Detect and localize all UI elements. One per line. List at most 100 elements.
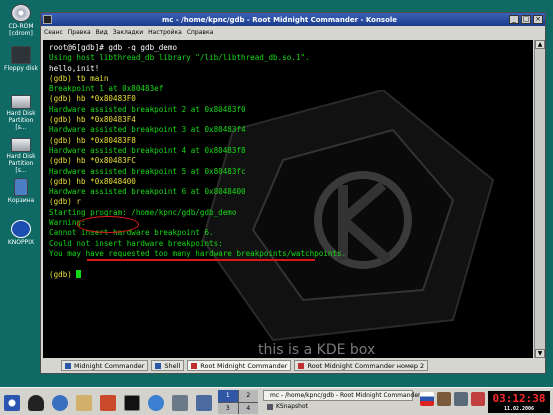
terminal-scrollbar[interactable]: ▲ ▼ bbox=[534, 40, 545, 358]
terminal-line-text: Breakpoint 1 at 0x80483ef bbox=[49, 84, 164, 94]
web-browser-icon[interactable] bbox=[148, 395, 164, 411]
terminal-line: (gdb) hb *0x80483FC bbox=[49, 156, 346, 166]
menu-bookmarks[interactable]: Закладки bbox=[113, 29, 143, 36]
menu-view[interactable]: Вид bbox=[96, 29, 108, 36]
tab-midnight-commander[interactable]: Midnight Commander bbox=[61, 360, 149, 371]
root-terminal-icon bbox=[298, 362, 305, 369]
terminal-line: (gdb) hb *0x80483F8 bbox=[49, 136, 346, 146]
task-entry-ksnapshot[interactable]: KSnapshot bbox=[263, 401, 413, 412]
tab-label: Shell bbox=[164, 361, 181, 370]
desktop-icon-label: CD-ROM [cdrom] bbox=[8, 23, 34, 37]
tab-label: Root Midnight Commander номер 2 bbox=[307, 361, 425, 370]
menu-settings[interactable]: Настройка bbox=[148, 29, 182, 36]
tux-icon[interactable] bbox=[28, 395, 44, 411]
konsole-app-icon[interactable] bbox=[43, 15, 52, 24]
terminal-line-text: Hardware assisted breakpoint 4 at 0x8048… bbox=[49, 145, 246, 155]
desktop-icon-hard-disk-2[interactable]: Hard Disk Partition [s... bbox=[2, 135, 40, 174]
terminal-line: (gdb) bbox=[49, 269, 346, 280]
menu-session[interactable]: Сеанс bbox=[44, 29, 63, 36]
task-list: mc - /home/kpnc/gdb - Root Midnight Comm… bbox=[263, 390, 432, 412]
task-label: mc - /home/kpnc/gdb - Root Midnight Comm… bbox=[270, 392, 433, 399]
pager-desktop-4[interactable]: 4 bbox=[238, 402, 258, 414]
pager-desktop-3[interactable]: 3 bbox=[218, 402, 238, 414]
floppy-icon bbox=[11, 46, 31, 64]
konsole-window: mc - /home/kpnc/gdb - Root Midnight Comm… bbox=[40, 12, 546, 374]
terminal-line-text: (gdb) hb *0x8048400 bbox=[49, 176, 136, 186]
scroll-down-icon[interactable]: ▼ bbox=[535, 349, 545, 358]
clock-date: 11.02.2006 bbox=[503, 406, 535, 412]
tab-root-midnight-commander[interactable]: Root Midnight Commander bbox=[187, 360, 292, 371]
close-button[interactable]: × bbox=[533, 15, 543, 24]
menu-help[interactable]: Справка bbox=[187, 29, 213, 36]
task-entry-konsole[interactable]: mc - /home/kpnc/gdb - Root Midnight Comm… bbox=[263, 390, 432, 401]
kde-taskbar: 1 2 3 4 mc - /home/kpnc/gdb - Root Midni… bbox=[0, 387, 553, 415]
maximize-button[interactable]: □ bbox=[521, 15, 531, 24]
terminal-line-text: Hardware assisted breakpoint 5 at 0x8048… bbox=[49, 166, 246, 176]
clock-time: 03:12:38 bbox=[492, 392, 546, 405]
terminal-line: (gdb) r bbox=[49, 197, 346, 207]
terminal-line: root@6[gdb]# gdb -q gdb_demo bbox=[49, 43, 346, 53]
terminal-line-text: Hardware assisted breakpoint 3 at 0x8048… bbox=[49, 125, 246, 135]
keyboard-icon[interactable] bbox=[471, 392, 485, 406]
desktop-icon-label: KNOPPIX bbox=[7, 239, 35, 246]
desktop-icon-hard-disk-1[interactable]: Hard Disk Partition [s... bbox=[2, 92, 40, 131]
menu-edit[interactable]: Правка bbox=[68, 29, 91, 36]
desktop-icon-floppy[interactable]: Floppy disk bbox=[2, 46, 40, 72]
pager-desktop-2[interactable]: 2 bbox=[238, 390, 258, 402]
knoppix-icon bbox=[11, 220, 31, 238]
terminal-line-text: hello,init! bbox=[49, 63, 100, 73]
terminal-line: You may have requested too many hardware… bbox=[49, 249, 346, 259]
terminal-line: (gdb) tb main bbox=[49, 74, 346, 84]
home-icon[interactable] bbox=[76, 395, 92, 411]
desktop-icon-label: Hard Disk Partition [s... bbox=[6, 110, 36, 131]
terminal-line-text: Could not insert hardware breakpoints: bbox=[49, 238, 223, 248]
klipper-icon[interactable] bbox=[437, 392, 451, 406]
terminal-line: Hardware assisted breakpoint 3 at 0x8048… bbox=[49, 125, 346, 135]
tab-shell[interactable]: Shell bbox=[151, 360, 185, 371]
terminal-line: Could not insert hardware breakpoints: bbox=[49, 239, 346, 249]
desktop-icon-label: Корзина bbox=[7, 197, 35, 204]
session-tab-bar: Midnight Commander Shell Root Midnight C… bbox=[43, 359, 543, 372]
editor-icon[interactable] bbox=[196, 395, 212, 411]
terminal-line: Hardware assisted breakpoint 2 at 0x8048… bbox=[49, 105, 346, 115]
desktop-icon-knoppix[interactable]: KNOPPIX bbox=[2, 220, 40, 246]
terminal-line-text: Starting program: /home/kpnc/gdb/gdb_dem… bbox=[49, 207, 237, 217]
terminal-line: hello,init! bbox=[49, 64, 346, 74]
desktop-icon-label: Floppy disk bbox=[4, 65, 38, 72]
hard-disk-icon bbox=[11, 138, 31, 152]
flag-icon[interactable] bbox=[420, 392, 434, 406]
volume-icon[interactable] bbox=[454, 392, 468, 406]
tab-label: Midnight Commander bbox=[74, 361, 145, 370]
konsole-icon[interactable] bbox=[124, 395, 140, 411]
terminal-line-text: (gdb) hb *0x80483F4 bbox=[49, 115, 136, 125]
terminal-icon bbox=[65, 362, 71, 369]
terminal-line: Hardware assisted breakpoint 4 at 0x8048… bbox=[49, 146, 346, 156]
kde-menu-icon[interactable] bbox=[4, 395, 20, 411]
terminal-line-text: Using host libthread_db library "/lib/li… bbox=[49, 53, 310, 63]
terminal-line-text: (gdb) hb *0x80483F0 bbox=[49, 94, 136, 104]
terminal-area[interactable]: this is a KDE box root@6[gdb]# gdb -q gd… bbox=[43, 40, 533, 358]
terminal-icon[interactable] bbox=[100, 395, 116, 411]
digital-clock[interactable]: 03:12:38 11.02.2006 bbox=[488, 391, 550, 413]
terminal-line: (gdb) hb *0x80483F0 bbox=[49, 94, 346, 104]
trash-icon bbox=[14, 178, 28, 196]
terminal-line-text: (gdb) hb *0x80483FC bbox=[49, 156, 136, 166]
tab-label: Root Midnight Commander bbox=[200, 361, 288, 370]
pager-desktop-1[interactable]: 1 bbox=[218, 390, 238, 402]
camera-icon bbox=[267, 403, 273, 410]
desktop-icon-trash[interactable]: Корзина bbox=[2, 178, 40, 204]
scroll-up-icon[interactable]: ▲ bbox=[535, 40, 545, 49]
terminal-line-text: root@6[gdb]# gdb -q gdb_demo bbox=[49, 43, 178, 52]
tab-root-midnight-commander-2[interactable]: Root Midnight Commander номер 2 bbox=[294, 360, 429, 371]
terminal-line-text: Hardware assisted breakpoint 2 at 0x8048… bbox=[49, 104, 246, 114]
desktop-icon-label: Hard Disk Partition [s... bbox=[6, 153, 36, 174]
minimize-button[interactable]: _ bbox=[509, 15, 519, 24]
hard-disk-icon bbox=[11, 95, 31, 109]
terminal-line: Hardware assisted breakpoint 6 at 0x8048… bbox=[49, 187, 346, 197]
konqueror-icon[interactable] bbox=[52, 395, 68, 411]
terminal-line: (gdb) hb *0x8048400 bbox=[49, 177, 346, 187]
mail-icon[interactable] bbox=[172, 395, 188, 411]
desktop-icon-cdrom[interactable]: CD-ROM [cdrom] bbox=[2, 4, 40, 37]
window-titlebar[interactable]: mc - /home/kpnc/gdb - Root Midnight Comm… bbox=[41, 13, 545, 26]
terminal-line: Hardware assisted breakpoint 5 at 0x8048… bbox=[49, 167, 346, 177]
